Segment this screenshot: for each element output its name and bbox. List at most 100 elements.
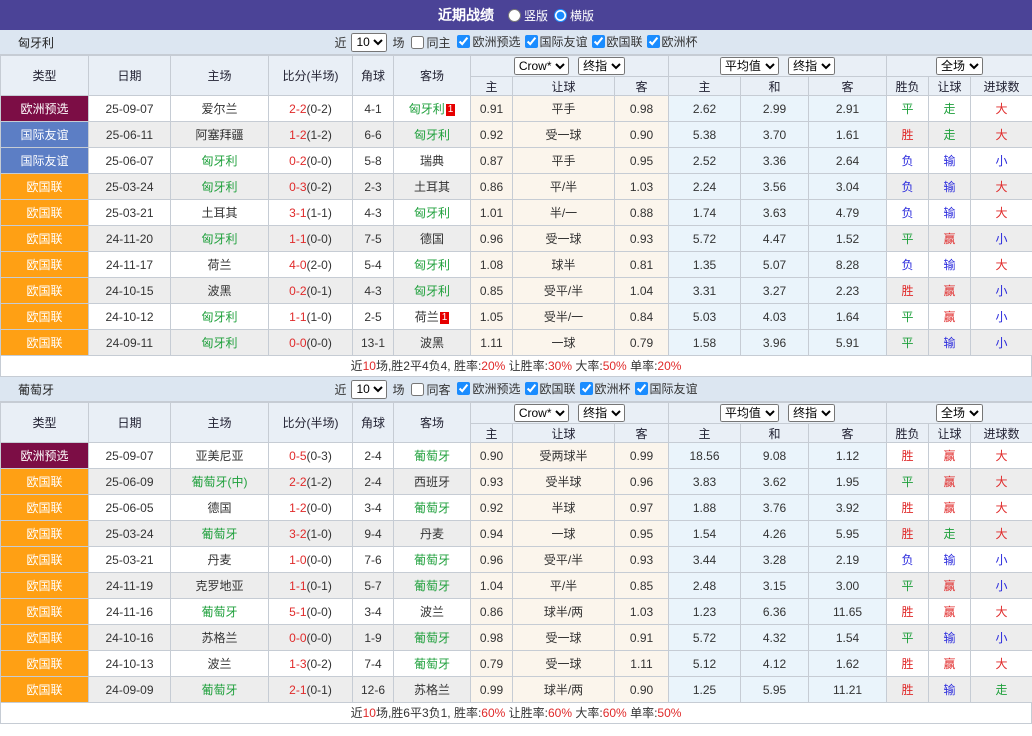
- handicap-away-odds: 0.81: [615, 252, 669, 278]
- home-team-cell: 克罗地亚: [171, 573, 269, 599]
- avg-home-odds: 1.88: [669, 495, 741, 521]
- competition-filter[interactable]: 欧洲杯: [643, 33, 698, 50]
- same-venue-filter[interactable]: 同客: [407, 381, 450, 398]
- same-venue-checkbox[interactable]: [411, 383, 424, 396]
- same-venue-checkbox[interactable]: [411, 36, 424, 49]
- avg-stage-select[interactable]: 终指: [788, 57, 835, 75]
- recent-count-select[interactable]: 10: [351, 380, 387, 399]
- competition-filter[interactable]: 国际友谊: [631, 380, 698, 397]
- handicap-home-odds: 0.93: [471, 469, 513, 495]
- competition-checkbox[interactable]: [525, 382, 538, 395]
- match-scope-select[interactable]: 全场: [936, 57, 983, 75]
- competition-checkbox[interactable]: [580, 382, 593, 395]
- col-header-handicap-line: 让球: [513, 77, 615, 96]
- competition-filter[interactable]: 欧国联: [521, 380, 576, 397]
- handicap-home-odds: 1.11: [471, 330, 513, 356]
- score-cell: 1-2(1-2): [269, 122, 353, 148]
- same-venue-filter[interactable]: 同主: [407, 34, 450, 51]
- competition-filter[interactable]: 欧洲杯: [576, 380, 631, 397]
- competition-checkbox[interactable]: [457, 382, 470, 395]
- col-header-avg-home: 主: [669, 77, 741, 96]
- home-team-cell: 波兰: [171, 651, 269, 677]
- result-goals: 小: [971, 330, 1032, 356]
- layout-option-vertical[interactable]: 竖版: [508, 7, 548, 24]
- result-group-header: 全场: [887, 403, 1032, 424]
- away-team-cell: 匈牙利: [394, 122, 471, 148]
- vertical-layout-radio[interactable]: [508, 9, 521, 22]
- competition-checkbox[interactable]: [592, 35, 605, 48]
- corner-count: 7-5: [353, 226, 394, 252]
- col-header-away: 客场: [394, 403, 471, 443]
- competition-filter[interactable]: 国际友谊: [521, 33, 588, 50]
- avg-away-odds: 5.95: [809, 521, 887, 547]
- handicap-away-odds: 1.04: [615, 278, 669, 304]
- competition-checkbox[interactable]: [525, 35, 538, 48]
- avg-draw-odds: 3.63: [741, 200, 809, 226]
- match-row: 欧国联24-11-19克罗地亚1-1(0-1)5-7葡萄牙1.04平/半0.85…: [1, 573, 1032, 599]
- match-date: 24-11-16: [89, 599, 171, 625]
- score-cell: 1-3(0-2): [269, 651, 353, 677]
- avg-home-odds: 5.38: [669, 122, 741, 148]
- corner-count: 5-7: [353, 573, 394, 599]
- summary-over-label: 大率:: [572, 359, 603, 373]
- competition-checkbox[interactable]: [635, 382, 648, 395]
- score-cell: 1-1(0-1): [269, 573, 353, 599]
- match-row: 欧国联24-09-11匈牙利0-0(0-0)13-1波黑1.11一球0.791.…: [1, 330, 1032, 356]
- competition-filter[interactable]: 欧洲预选: [453, 380, 520, 397]
- half-time-score: (0-0): [307, 501, 332, 515]
- match-type-badge: 欧国联: [1, 495, 89, 521]
- competition-filter[interactable]: 欧洲预选: [453, 33, 520, 50]
- result-handicap: 输: [929, 677, 971, 703]
- odds-company-select[interactable]: Crow*: [514, 57, 569, 75]
- avg-source-select[interactable]: 平均值: [720, 57, 779, 75]
- away-team-cell: 葡萄牙: [394, 573, 471, 599]
- handicap-away-odds: 0.97: [615, 495, 669, 521]
- handicap-line: 平手: [513, 148, 615, 174]
- col-header-corner: 角球: [353, 403, 394, 443]
- competition-label: 欧洲杯: [662, 33, 698, 50]
- games-label: 场: [392, 381, 404, 398]
- recent-count-select[interactable]: 10: [351, 33, 387, 52]
- competition-checkbox[interactable]: [457, 35, 470, 48]
- odds-stage-select[interactable]: 终指: [578, 57, 625, 75]
- avg-source-select[interactable]: 平均值: [720, 404, 779, 422]
- full-time-score: 1-2: [289, 501, 306, 515]
- full-time-score: 2-2: [289, 475, 306, 489]
- result-goals: 小: [971, 625, 1032, 651]
- result-handicap: 输: [929, 200, 971, 226]
- match-scope-select[interactable]: 全场: [936, 404, 983, 422]
- away-team-cell: 瑞典: [394, 148, 471, 174]
- avg-draw-odds: 3.70: [741, 122, 809, 148]
- home-team-name: 爱尔兰: [201, 102, 237, 116]
- avg-draw-odds: 5.95: [741, 677, 809, 703]
- result-wdl: 胜: [887, 599, 929, 625]
- away-team-name: 匈牙利: [409, 102, 445, 116]
- corner-count: 3-4: [353, 495, 394, 521]
- avg-away-odds: 5.91: [809, 330, 887, 356]
- competition-filter[interactable]: 欧国联: [588, 33, 643, 50]
- avg-draw-odds: 9.08: [741, 443, 809, 469]
- result-handicap: 赢: [929, 495, 971, 521]
- col-header-avg-draw: 和: [741, 77, 809, 96]
- col-header-type: 类型: [1, 56, 89, 96]
- odds-company-select[interactable]: Crow*: [514, 404, 569, 422]
- section-control-bar: 匈牙利 近 10 场 同主 欧洲预选国际友谊欧国联欧洲杯: [0, 30, 1032, 55]
- horizontal-layout-radio[interactable]: [554, 9, 567, 22]
- corner-count: 5-4: [353, 252, 394, 278]
- full-time-score: 0-5: [289, 449, 306, 463]
- corner-count: 12-6: [353, 677, 394, 703]
- handicap-line: 受平/半: [513, 547, 615, 573]
- handicap-away-odds: 0.95: [615, 148, 669, 174]
- full-time-score: 4-0: [289, 258, 306, 272]
- odds-stage-select[interactable]: 终指: [578, 404, 625, 422]
- handicap-away-odds: 0.91: [615, 625, 669, 651]
- avg-home-odds: 5.72: [669, 625, 741, 651]
- result-wdl: 平: [887, 573, 929, 599]
- handicap-line: 平/半: [513, 174, 615, 200]
- layout-option-horizontal[interactable]: 横版: [554, 7, 594, 24]
- avg-stage-select[interactable]: 终指: [788, 404, 835, 422]
- competition-checkbox[interactable]: [647, 35, 660, 48]
- result-handicap: 输: [929, 174, 971, 200]
- match-row: 欧国联25-03-21土耳其3-1(1-1)4-3匈牙利1.01半/一0.881…: [1, 200, 1032, 226]
- match-date: 25-03-24: [89, 521, 171, 547]
